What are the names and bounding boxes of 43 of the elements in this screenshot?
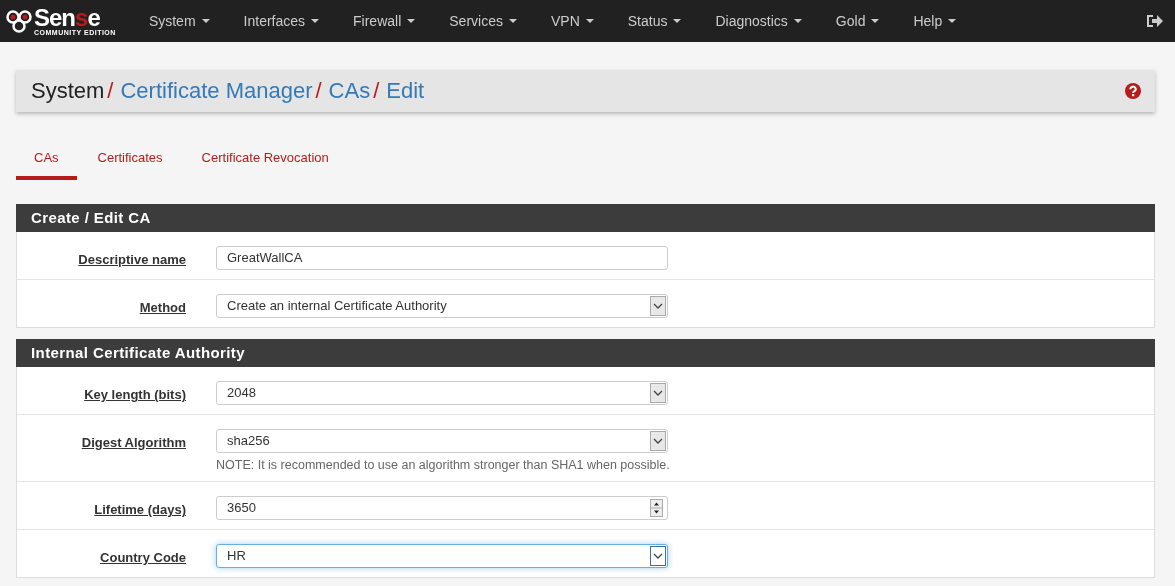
nav-menu[interactable]: Diagnostics (698, 13, 819, 29)
panel-header: Create / Edit CA (16, 204, 1155, 232)
breadcrumb-text: System (31, 78, 105, 104)
text-field[interactable]: GreatWallCA (216, 246, 668, 270)
field-label: Country Code (100, 550, 186, 565)
field-label: Method (139, 300, 186, 315)
dropdown[interactable]: 2048 (216, 381, 668, 405)
nav-menu[interactable]: System (131, 13, 227, 29)
breadcrumb-separator: / (315, 78, 322, 104)
chevron-down-icon (653, 389, 663, 397)
dropdown[interactable]: Create an internal Certificate Authority (216, 294, 668, 318)
help-icon[interactable] (1125, 83, 1141, 99)
nav-menu[interactable]: Help (896, 13, 974, 29)
field-label: Digest Algorithm (81, 435, 186, 450)
breadcrumb-link[interactable]: Certificate Manager (120, 78, 313, 104)
breadcrumb-separator: / (373, 78, 380, 104)
nav-menu[interactable]: Firewall (336, 13, 433, 29)
chevron-down-icon (653, 302, 663, 310)
dropdown[interactable]: HR (216, 544, 668, 568)
logout-icon[interactable] (1145, 12, 1163, 30)
help-text: NOTE: It is recommended to use an algorithm stronger than SHA1 when possible. (216, 458, 668, 472)
nav-menu[interactable]: VPN (533, 13, 611, 29)
nav-menu[interactable]: Gold (818, 13, 897, 29)
panel-header: Internal Certificate Authority (16, 339, 1155, 367)
field-label: Key length (bits) (84, 387, 186, 402)
logo-wordmark[interactable]: Sense (34, 6, 116, 29)
nav-menu[interactable]: Interfaces (226, 13, 337, 29)
chevron-down-icon (653, 552, 663, 560)
tab[interactable]: Certificates (79, 148, 181, 180)
field-label: Descriptive name (78, 252, 186, 267)
nav-menu[interactable]: Status (610, 13, 699, 29)
breadcrumb-separator: / (107, 78, 114, 104)
spinner-icon[interactable] (650, 499, 663, 517)
breadcrumb-link[interactable]: Edit (386, 78, 425, 104)
logo-icon[interactable] (6, 9, 32, 33)
field-label: Lifetime (days) (94, 502, 186, 517)
breadcrumb-link[interactable]: CAs (328, 78, 371, 104)
number-field[interactable]: 3650 (216, 496, 668, 520)
tab[interactable]: CAs (16, 148, 77, 180)
nav-menu[interactable]: Services (432, 13, 534, 29)
chevron-down-icon (653, 437, 663, 445)
tab[interactable]: Certificate Revocation (183, 148, 347, 180)
dropdown[interactable]: sha256 (216, 429, 668, 453)
